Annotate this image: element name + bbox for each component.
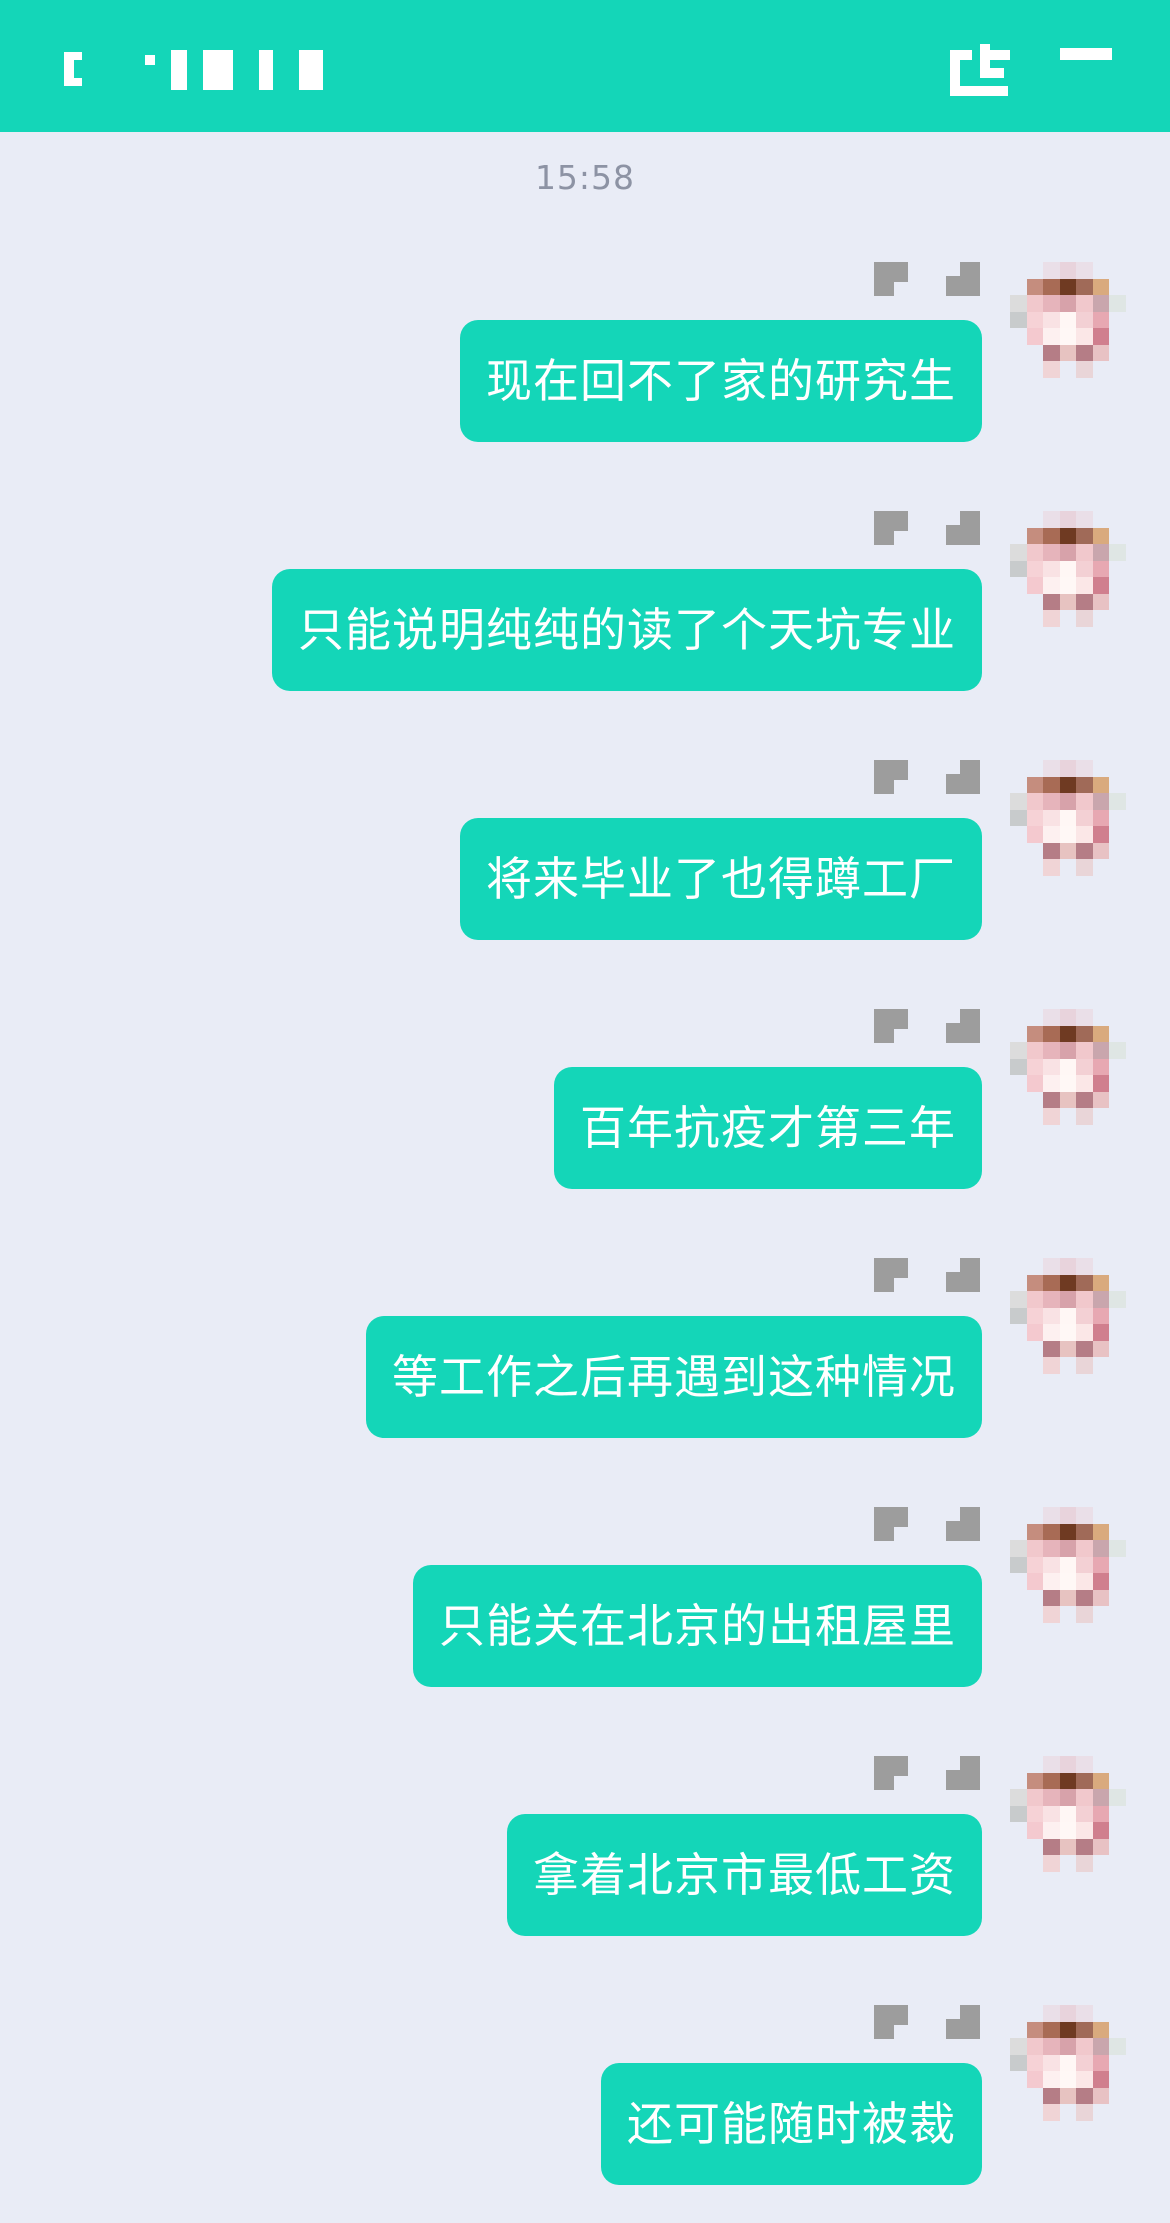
avatar[interactable]	[1010, 1756, 1126, 1872]
message-bubble[interactable]: 现在回不了家的研究生	[460, 320, 982, 442]
avatar[interactable]	[1010, 2005, 1126, 2121]
message-row: 等工作之后再遇到这种情况	[0, 1258, 1170, 1488]
message-bubble[interactable]: 百年抗疫才第三年	[554, 1067, 982, 1189]
message-bubble[interactable]: 只能说明纯纯的读了个天坑专业	[272, 569, 982, 691]
sender-name-pixelated	[874, 1258, 980, 1292]
message-bubble[interactable]: 将来毕业了也得蹲工厂	[460, 818, 982, 940]
message-timestamp: 15:58	[534, 158, 636, 197]
message-bubble[interactable]: 还可能随时被裁	[601, 2063, 982, 2185]
message-row: 只能说明纯纯的读了个天坑专业	[0, 511, 1170, 741]
message-row: 只能关在北京的出租屋里	[0, 1507, 1170, 1737]
back-icon[interactable]	[56, 46, 84, 92]
message-bubble[interactable]: 只能关在北京的出租屋里	[413, 1565, 982, 1687]
message-bubble[interactable]: 拿着北京市最低工资	[507, 1814, 982, 1936]
message-row: 还可能随时被裁	[0, 2005, 1170, 2223]
share-icon[interactable]	[948, 42, 1012, 98]
message-row: 百年抗疫才第三年	[0, 1009, 1170, 1239]
chat-title-pixelated	[145, 48, 323, 92]
top-bar	[0, 0, 1170, 132]
message-row: 拿着北京市最低工资	[0, 1756, 1170, 1986]
sender-name-pixelated	[874, 1507, 980, 1541]
avatar[interactable]	[1010, 511, 1126, 627]
avatar[interactable]	[1010, 1009, 1126, 1125]
sender-name-pixelated	[874, 262, 980, 296]
sender-name-pixelated	[874, 760, 980, 794]
message-row: 现在回不了家的研究生	[0, 262, 1170, 492]
sender-name-pixelated	[874, 511, 980, 545]
sender-name-pixelated	[874, 2005, 980, 2039]
chat-screen: 15:58 现在回不了家的研究生 只能说明纯纯的读了个天坑专业 将来毕业了也得蹲…	[0, 0, 1170, 2223]
sender-name-pixelated	[874, 1756, 980, 1790]
avatar[interactable]	[1010, 1258, 1126, 1374]
menu-icon[interactable]	[1060, 48, 1112, 60]
avatar[interactable]	[1010, 760, 1126, 876]
sender-name-pixelated	[874, 1009, 980, 1043]
message-row: 将来毕业了也得蹲工厂	[0, 760, 1170, 990]
avatar[interactable]	[1010, 1507, 1126, 1623]
avatar[interactable]	[1010, 262, 1126, 378]
message-bubble[interactable]: 等工作之后再遇到这种情况	[366, 1316, 982, 1438]
